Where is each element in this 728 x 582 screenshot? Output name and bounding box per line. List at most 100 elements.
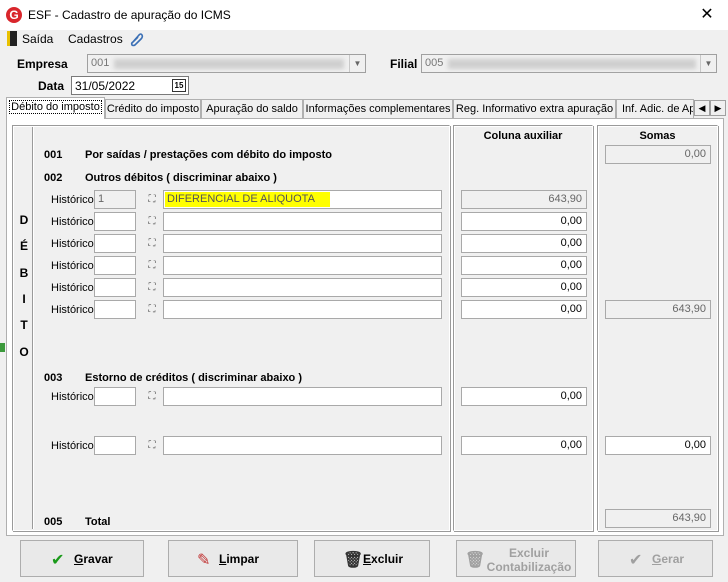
tab-scroll-right-icon[interactable]: ▶ — [710, 100, 726, 116]
vertical-letter: O — [19, 345, 29, 359]
binoculars-search-icon[interactable]: ⛶ — [145, 391, 159, 402]
historico-code-input[interactable]: 1 — [94, 190, 136, 209]
aux-input[interactable]: 0,00 — [461, 256, 587, 275]
soma-002: 643,90 — [605, 300, 711, 319]
soma-003[interactable]: 0,00 — [605, 436, 711, 455]
historico-code-input[interactable] — [94, 278, 136, 297]
gravar-button[interactable]: ✔ Gravar — [20, 540, 144, 577]
historico-desc-input[interactable] — [163, 278, 442, 297]
historico-desc-input[interactable] — [163, 256, 442, 275]
chevron-down-icon[interactable]: ▼ — [700, 55, 716, 72]
somas-header: Somas — [639, 130, 676, 142]
aux-input[interactable]: 0,00 — [461, 300, 587, 319]
aux-input[interactable]: 0,00 — [461, 212, 587, 231]
tab-reg-informativo[interactable]: Reg. Informativo extra apuração — [453, 99, 616, 119]
redacted-empresa — [114, 59, 344, 69]
app-logo-icon: G — [6, 7, 22, 23]
empresa-value: 001 — [91, 57, 110, 69]
binoculars-search-icon[interactable]: ⛶ — [145, 260, 159, 271]
historico-desc-input[interactable] — [163, 300, 442, 319]
historico-label: Histórico — [51, 391, 94, 403]
menu-saida[interactable]: Saída — [22, 32, 53, 46]
historico-desc-input[interactable] — [163, 436, 442, 455]
tab-inf-adic[interactable]: Inf. Adic. de Ap — [616, 99, 694, 119]
soma-total: 643,90 — [605, 509, 711, 528]
section-003-title: Estorno de créditos ( discriminar abaixo… — [85, 372, 302, 384]
historico-desc-input[interactable] — [163, 234, 442, 253]
historico-code-input[interactable] — [94, 300, 136, 319]
tab-debito-imposto[interactable]: Débito do imposto — [6, 97, 105, 119]
calendar-icon[interactable]: 15 — [172, 79, 186, 92]
historico-label: Histórico — [51, 216, 94, 228]
section-002-code: 002 — [44, 172, 63, 184]
tab-apuracao-saldo[interactable]: Apuração do saldo — [201, 99, 303, 119]
historico-label: Histórico — [51, 194, 94, 206]
historico-label: Histórico — [51, 440, 94, 452]
data-input[interactable]: 31/05/2022 15 — [71, 76, 189, 95]
binoculars-search-icon[interactable]: ⛶ — [145, 238, 159, 249]
vertical-letter: É — [19, 239, 28, 253]
section-002-title: Outros débitos ( discriminar abaixo ) — [85, 172, 277, 184]
empresa-label: Empresa — [17, 57, 68, 71]
historico-code-input[interactable] — [94, 256, 136, 275]
filial-label: Filial — [390, 57, 418, 71]
binoculars-search-icon[interactable]: ⛶ — [145, 216, 159, 227]
debito-frame — [12, 125, 450, 531]
historico-label: Histórico — [51, 304, 94, 316]
gerar-button[interactable]: ✔ Gerar — [598, 540, 713, 577]
side-indicator — [0, 343, 5, 352]
historico-label: Histórico — [51, 282, 94, 294]
redacted-filial — [448, 59, 696, 69]
binoculars-search-icon[interactable]: ⛶ — [145, 304, 159, 315]
binoculars-search-icon[interactable]: ⛶ — [145, 440, 159, 451]
aux-input[interactable]: 0,00 — [461, 234, 587, 253]
aux-value: 643,90 — [461, 190, 587, 209]
excluir-button[interactable]: 🗑 Excluir — [314, 540, 430, 577]
excluir-contabilizacao-button[interactable]: 🗑 Excluir Contabilização — [456, 540, 576, 577]
eraser-icon: ✎ — [197, 552, 211, 569]
historico-code-input[interactable] — [94, 436, 136, 455]
soma-001: 0,00 — [605, 145, 711, 164]
empresa-select[interactable]: 001 ▼ — [87, 54, 366, 73]
menu-cadastros[interactable]: Cadastros — [68, 32, 123, 46]
section-005-title: Total — [85, 516, 111, 528]
chevron-down-icon[interactable]: ▼ — [349, 55, 365, 72]
vertical-letter: T — [20, 318, 28, 332]
section-003-code: 003 — [44, 372, 63, 384]
vertical-letter: I — [22, 292, 26, 306]
paperclip-icon[interactable] — [128, 31, 144, 47]
historico-code-input[interactable] — [94, 387, 136, 406]
section-005-code: 005 — [44, 516, 63, 528]
binoculars-search-icon[interactable]: ⛶ — [145, 194, 159, 205]
section-001-title: Por saídas / prestações com débito do im… — [85, 149, 332, 161]
exit-door-icon[interactable] — [7, 31, 17, 46]
checkmark-icon: ✔ — [51, 552, 65, 569]
tab-credito-imposto[interactable]: Crédito do imposto — [105, 99, 201, 119]
historico-label: Histórico — [51, 238, 94, 250]
limpar-button[interactable]: ✎ Limpar — [168, 540, 298, 577]
checkmark-icon: ✔ — [629, 552, 643, 569]
historico-desc-input[interactable]: DIFERENCIAL DE ALIQUOTA — [163, 190, 442, 209]
trash-icon: 🗑 — [343, 552, 364, 569]
vertical-divider — [32, 127, 33, 529]
coluna-auxiliar-frame — [453, 125, 593, 531]
coluna-auxiliar-header: Coluna auxiliar — [483, 130, 563, 142]
filial-value: 005 — [425, 57, 444, 69]
historico-code-input[interactable] — [94, 234, 136, 253]
vertical-letter: D — [19, 213, 29, 227]
aux-input[interactable]: 0,00 — [461, 387, 587, 406]
somas-frame — [597, 125, 718, 531]
aux-input[interactable]: 0,00 — [461, 278, 587, 297]
filial-select[interactable]: 005 ▼ — [421, 54, 717, 73]
close-icon[interactable]: ✕ — [686, 0, 728, 30]
window-title: ESF - Cadastro de apuração do ICMS — [28, 8, 231, 22]
aux-input[interactable]: 0,00 — [461, 436, 587, 455]
vertical-letter: B — [19, 266, 29, 280]
data-label: Data — [38, 79, 65, 93]
tab-scroll-left-icon[interactable]: ◀ — [694, 100, 710, 116]
binoculars-search-icon[interactable]: ⛶ — [145, 282, 159, 293]
historico-desc-input[interactable] — [163, 387, 442, 406]
tab-informacoes-complementares[interactable]: Informações complementares — [303, 99, 453, 119]
historico-code-input[interactable] — [94, 212, 136, 231]
historico-desc-input[interactable] — [163, 212, 442, 231]
